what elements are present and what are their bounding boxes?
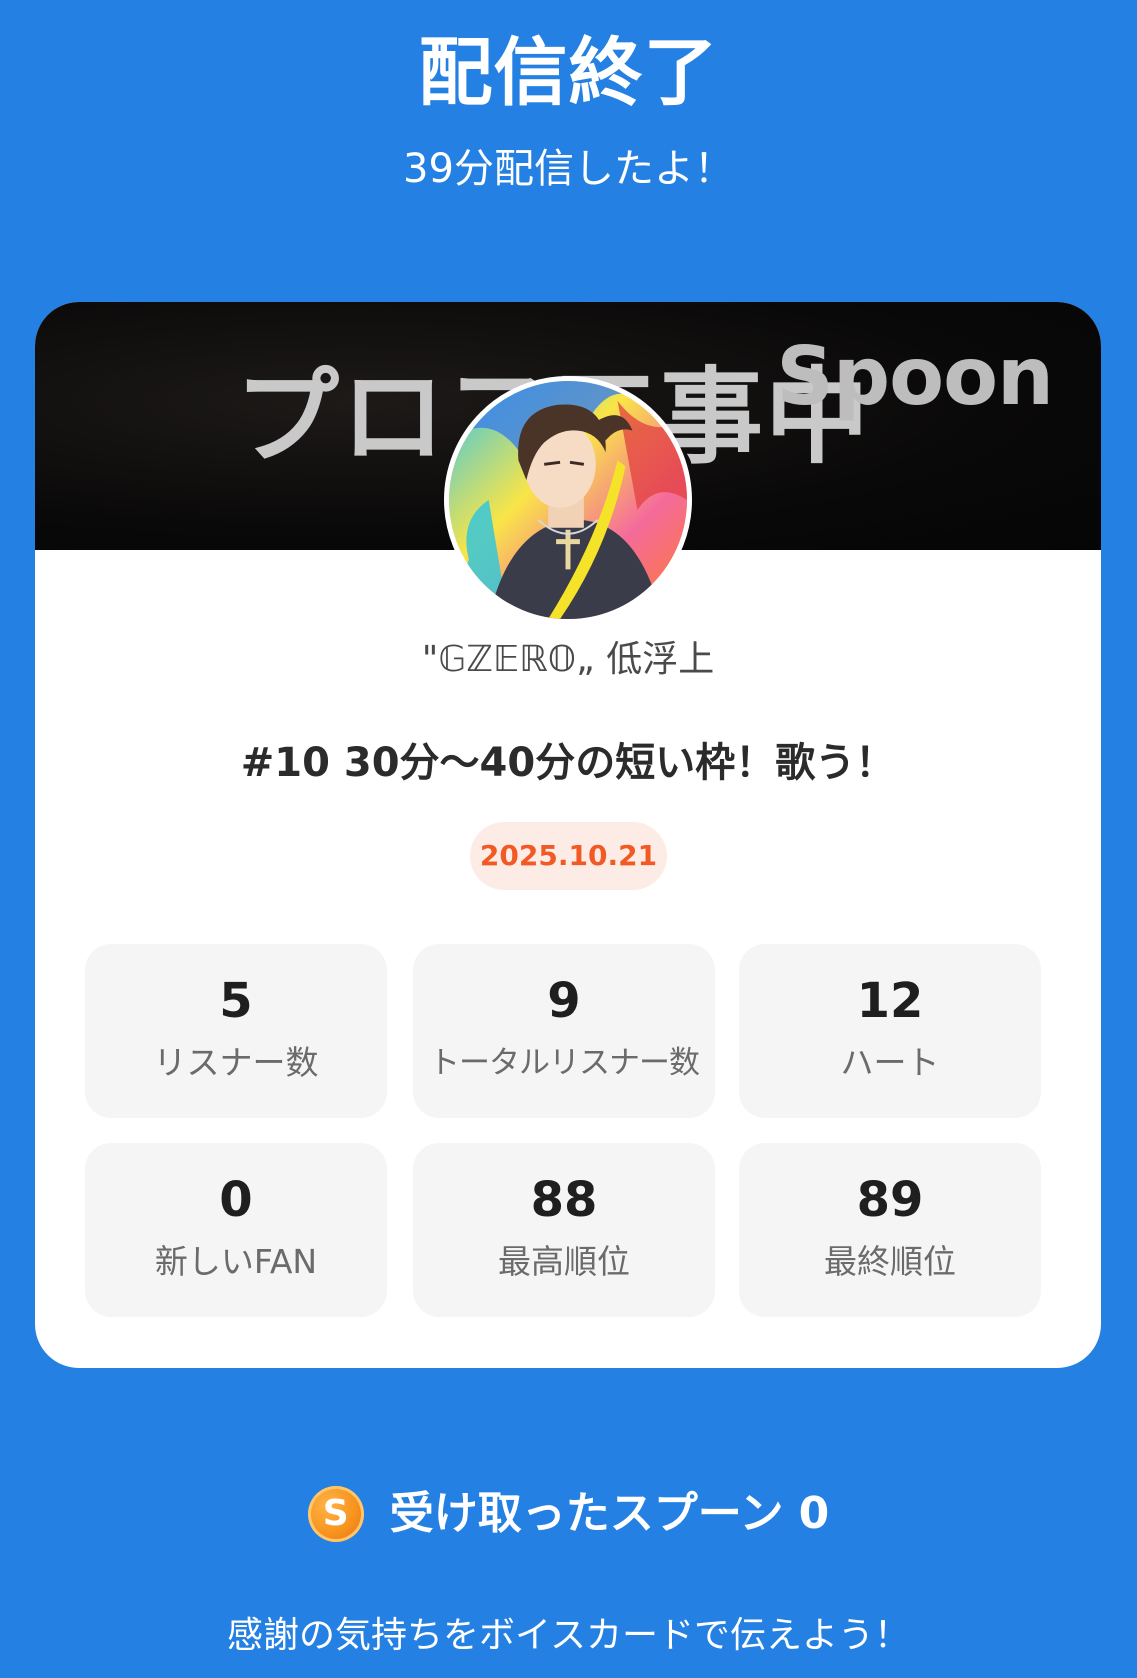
stat-hearts: 12 ハート bbox=[739, 944, 1041, 1118]
received-spoons: S 受け取ったスプーン 0 bbox=[0, 1484, 1137, 1544]
avatar-illustration bbox=[449, 381, 687, 619]
username[interactable]: "𝔾ℤ𝔼ℝ𝕆„ 低浮上 bbox=[35, 636, 1101, 684]
stat-label: 最終順位 bbox=[824, 1242, 956, 1281]
spoon-logo: Spoon bbox=[776, 330, 1054, 423]
spoon-coin-icon: S bbox=[307, 1486, 364, 1542]
broadcast-title: #10 30分〜40分の短い枠！歌う！ bbox=[240, 740, 896, 786]
stat-label: トータルリスナー数 bbox=[429, 1045, 700, 1081]
stat-value: 88 bbox=[530, 1172, 598, 1228]
stat-value: 5 bbox=[219, 973, 253, 1029]
date-badge: 2025.10.21 bbox=[470, 822, 667, 890]
stat-value: 0 bbox=[219, 1172, 253, 1228]
stat-new-fans: 0 新しいFAN bbox=[85, 1143, 387, 1317]
stat-final-rank: 89 最終順位 bbox=[739, 1143, 1041, 1317]
stat-total-listeners: 9 トータルリスナー数 bbox=[413, 944, 715, 1118]
stat-value: 9 bbox=[547, 973, 581, 1029]
stat-value: 89 bbox=[856, 1172, 924, 1228]
stat-label: リスナー数 bbox=[153, 1043, 319, 1082]
broadcast-duration: 39分配信したよ！ bbox=[403, 146, 734, 192]
stat-label: 最高順位 bbox=[498, 1242, 630, 1281]
stat-label: 新しいFAN bbox=[154, 1242, 318, 1281]
voice-card-prompt[interactable]: 感謝の気持ちをボイスカードで伝えよう！ bbox=[0, 1612, 1137, 1660]
stat-value: 12 bbox=[856, 973, 924, 1029]
page-title: 配信終了 bbox=[418, 30, 719, 116]
stat-listeners: 5 リスナー数 bbox=[85, 944, 387, 1118]
stat-label: ハート bbox=[840, 1043, 940, 1082]
broadcast-summary-card: プロフ工事中 Spoon bbox=[35, 302, 1101, 1368]
avatar[interactable] bbox=[444, 376, 692, 624]
received-spoons-label: 受け取ったスプーン bbox=[389, 1488, 784, 1539]
received-spoons-count: 0 bbox=[798, 1488, 830, 1539]
stat-highest-rank: 88 最高順位 bbox=[413, 1143, 715, 1317]
